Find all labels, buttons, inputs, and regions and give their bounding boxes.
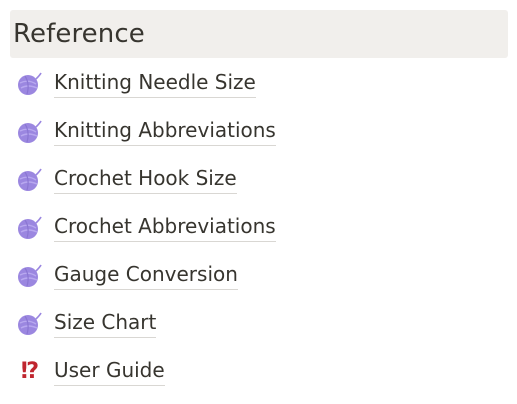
section-title: Reference — [13, 19, 145, 49]
section-header: Reference — [10, 10, 508, 58]
yarn-ball-icon — [14, 69, 44, 99]
yarn-ball-icon — [14, 165, 44, 195]
item-label: Size Chart — [54, 310, 157, 338]
yarn-ball-icon — [14, 117, 44, 147]
link-size-chart[interactable]: Size Chart — [14, 304, 157, 344]
link-gauge-conversion[interactable]: Gauge Conversion — [14, 256, 238, 296]
item-label: Crochet Hook Size — [54, 166, 237, 194]
reference-panel: Reference Knitting Needle Size Knitting … — [0, 0, 517, 404]
yarn-ball-icon — [14, 309, 44, 339]
yarn-ball-icon — [14, 261, 44, 291]
item-label: Gauge Conversion — [54, 262, 238, 290]
exclamation-question-icon: ⁉ — [14, 357, 44, 387]
link-crochet-hook-size[interactable]: Crochet Hook Size — [14, 160, 237, 200]
yarn-ball-icon — [14, 213, 44, 243]
item-label: User Guide — [54, 358, 165, 386]
link-knitting-needle-size[interactable]: Knitting Needle Size — [14, 64, 256, 104]
link-crochet-abbreviations[interactable]: Crochet Abbreviations — [14, 208, 276, 248]
item-label: Knitting Abbreviations — [54, 118, 276, 146]
item-label: Crochet Abbreviations — [54, 214, 276, 242]
link-knitting-abbreviations[interactable]: Knitting Abbreviations — [14, 112, 276, 152]
link-user-guide[interactable]: ⁉ User Guide — [14, 352, 165, 392]
exclamation-question-glyph: ⁉ — [20, 359, 39, 384]
item-label: Knitting Needle Size — [54, 70, 256, 98]
